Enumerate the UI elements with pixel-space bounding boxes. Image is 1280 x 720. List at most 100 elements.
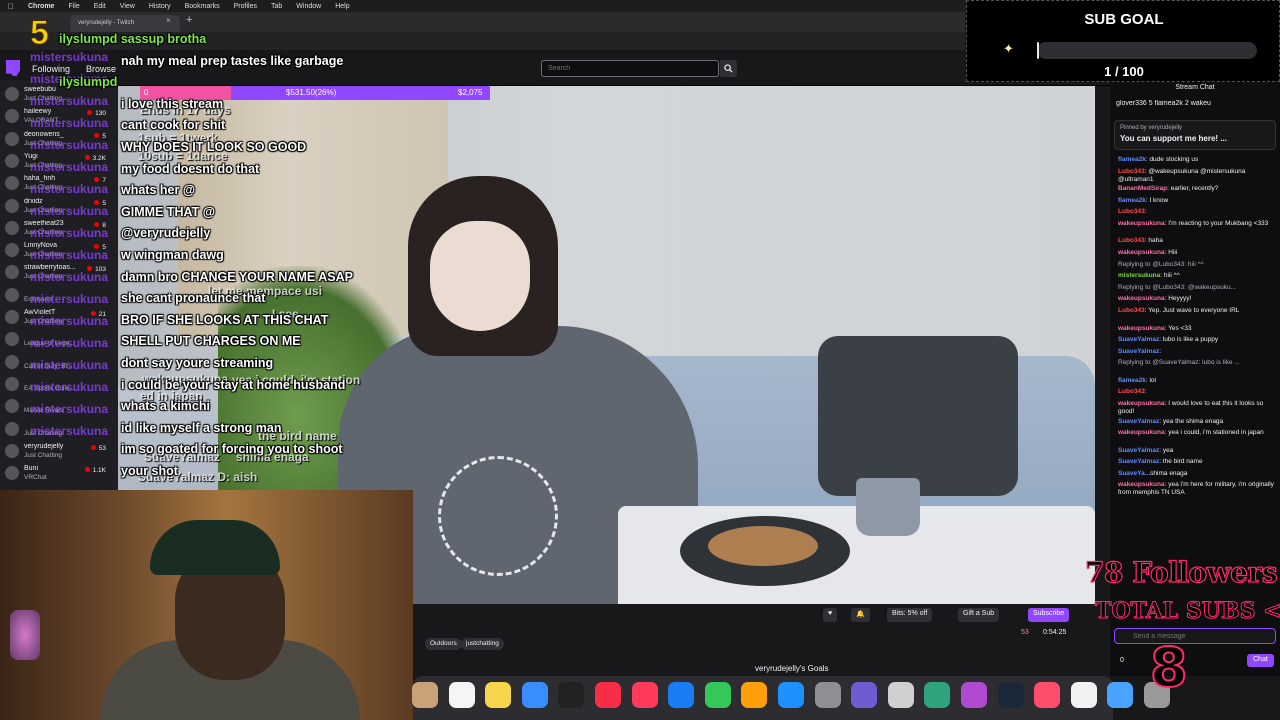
webcam-feed — [0, 490, 413, 720]
tab-close-icon[interactable]: × — [166, 16, 171, 25]
notifications-button[interactable]: 🔔 — [851, 608, 870, 622]
search-button[interactable] — [720, 60, 737, 77]
chat-message[interactable]: mistersukuna: hiii ^^ — [1118, 272, 1276, 280]
chat-username[interactable]: wakeupsukuna — [1118, 249, 1165, 256]
chat-message[interactable]: wakeupsukuna: Yes <33 — [1118, 325, 1276, 333]
sidebar-channel[interactable]: veryrudejelly Just Chatting 53 — [0, 441, 118, 463]
chat-message[interactable]: Replying to @SuaveYalmaz: lubo is like .… — [1118, 359, 1276, 367]
chat-username[interactable]: SuaveYalmaz — [1118, 418, 1159, 425]
chat-username[interactable]: mistersukuna — [1118, 272, 1160, 279]
chat-message[interactable]: flamea2k: I know — [1118, 197, 1276, 205]
chat-username[interactable]: SuaveYalmaz — [1118, 447, 1159, 454]
channel-points[interactable]: 0 — [1120, 657, 1124, 664]
chat-username[interactable]: SuaveYa... — [1118, 470, 1150, 477]
steam-icon[interactable] — [997, 682, 1024, 708]
finder-icon[interactable] — [1107, 682, 1134, 708]
chat-message[interactable]: wakeupsukuna: yea i could, i'm stationed… — [1118, 429, 1276, 437]
gift-sub-button[interactable]: Gift a Sub — [958, 608, 1000, 622]
freeform-icon[interactable] — [521, 682, 548, 708]
chat-message[interactable]: SuaveYalmaz: yea — [1118, 447, 1276, 455]
chat-username[interactable]: SuaveYalmaz — [1118, 458, 1159, 465]
appletv-icon[interactable] — [558, 682, 585, 708]
chat-message[interactable]: wakeupsukuna: yea i'm here for military,… — [1118, 481, 1276, 497]
tag-justchatting[interactable]: justchatting — [461, 638, 504, 650]
chat-username[interactable]: wakeupsukuna — [1118, 220, 1165, 227]
subscribe-button[interactable]: Subscribe — [1028, 608, 1070, 622]
chat-message[interactable]: SuaveYalmaz: lubo is like a puppy — [1118, 336, 1276, 344]
browser-tab[interactable]: veryrudejelly - Twitch — [70, 15, 180, 32]
menu-profiles[interactable]: Profiles — [234, 3, 257, 10]
chat-username[interactable]: Lubo343 — [1118, 388, 1145, 395]
chat-username[interactable]: Lubo343 — [1118, 307, 1145, 314]
chat-username[interactable]: wakeupsukuna — [1118, 400, 1165, 407]
chat-message[interactable]: Lubo343: — [1118, 208, 1276, 216]
chat-message[interactable]: Lubo343: — [1118, 388, 1276, 396]
chat-message[interactable]: Replying to @Lubo343: @wakeupsuku... — [1118, 284, 1276, 292]
numbers-icon[interactable] — [704, 682, 731, 708]
chat-message[interactable]: wakeupsukuna: Hiii — [1118, 249, 1276, 257]
chat-message[interactable]: Replying to @Lubo343: hiii ^^ — [1118, 261, 1276, 269]
obs-icon[interactable] — [961, 682, 987, 708]
chat-username[interactable]: wakeupsukuna — [1118, 295, 1165, 302]
menu-chrome[interactable]: Chrome — [28, 3, 54, 10]
chat-message[interactable]: SuaveYalmaz: the bird name — [1118, 458, 1276, 466]
twitch-logo-icon[interactable] — [6, 60, 20, 76]
menu-bookmarks[interactable]: Bookmarks — [185, 3, 220, 10]
menu-edit[interactable]: Edit — [94, 3, 106, 10]
feedback-icon[interactable] — [851, 682, 878, 708]
chat-username[interactable]: wakeupsukuna — [1118, 481, 1165, 488]
chat-input[interactable] — [1114, 628, 1276, 644]
chat-message[interactable]: wakeupsukuna: Heyyyy! — [1118, 295, 1276, 303]
menu-window[interactable]: Window — [296, 3, 321, 10]
new-tab-icon[interactable]: + — [186, 14, 192, 26]
tag-outdoors[interactable]: Outdoors — [425, 638, 462, 650]
chat-message[interactable]: Lubo343: haha — [1118, 237, 1276, 245]
chat-username[interactable]: flamea2k — [1118, 197, 1146, 204]
follow-heart-button[interactable]: ♥ — [823, 608, 838, 622]
chat-username[interactable]: BananMedSirap — [1118, 185, 1167, 192]
chat-message[interactable]: SuaveYalmaz: yea the shima enaga — [1118, 418, 1276, 426]
chat-username[interactable]: SuaveYalmaz — [1118, 336, 1159, 343]
pinned-message[interactable]: Pinned by veryrudejelly You can support … — [1114, 120, 1276, 150]
chat-message[interactable]: Lubo343: Yep. Just wave to everyone IRL — [1118, 307, 1276, 315]
bits-button[interactable]: Bits: 5% off — [887, 608, 933, 622]
chat-username[interactable]: wakeupsukuna — [1118, 429, 1165, 436]
chat-username[interactable]: Lubo343 — [1118, 168, 1145, 175]
reminders-icon[interactable] — [448, 682, 475, 708]
search-input[interactable] — [541, 60, 719, 77]
chat-send-button[interactable]: Chat — [1247, 654, 1274, 667]
chat-username[interactable]: wakeupsukuna — [1118, 325, 1165, 332]
menu-view[interactable]: View — [120, 3, 135, 10]
news-icon[interactable] — [631, 682, 658, 708]
chat-username[interactable]: Lubo343 — [1118, 208, 1145, 215]
chat-username[interactable]: flamea2k — [1118, 156, 1146, 163]
settings-icon[interactable] — [814, 682, 841, 708]
music-icon[interactable] — [595, 682, 621, 708]
menu-history[interactable]: History — [149, 3, 171, 10]
chat-message[interactable]: wakeupsukuna: I would love to eat this i… — [1118, 400, 1276, 416]
chat-message[interactable]: SuaveYa...shima enaga — [1118, 470, 1276, 478]
chat-message[interactable]: flamea2k: dude stocking us — [1118, 156, 1276, 164]
pages-icon[interactable] — [741, 682, 768, 708]
iphone-mirror-icon[interactable] — [887, 682, 914, 708]
contacts-icon[interactable] — [412, 682, 438, 708]
menu-tab[interactable]: Tab — [271, 3, 282, 10]
sidebar-channel[interactable]: Buni VRChat 1.1K — [0, 463, 118, 485]
chatgpt-icon[interactable] — [924, 682, 951, 708]
chat-message[interactable]: Lubo343: @wakeupsukuna @mistersukuna @ul… — [1118, 168, 1276, 184]
chat-username[interactable]: Lubo343 — [1118, 237, 1145, 244]
chat-message[interactable]: flamea2k: lol — [1118, 377, 1276, 385]
chat-message[interactable]: SuaveYalmaz: — [1118, 348, 1276, 356]
chrome-icon[interactable] — [1070, 682, 1097, 708]
chat-message[interactable]: BananMedSirap: earlier, recently? — [1118, 185, 1276, 193]
menu-help[interactable]: Help — [335, 3, 349, 10]
notes-icon[interactable] — [485, 682, 512, 708]
keynote-icon[interactable] — [668, 682, 695, 708]
creativecloud-icon[interactable] — [1034, 682, 1061, 708]
menu-file[interactable]: File — [68, 3, 79, 10]
appstore-icon[interactable] — [778, 682, 804, 708]
chat-message[interactable]: wakeupsukuna: I'm reacting to your Mukba… — [1118, 220, 1276, 228]
apple-icon[interactable]:  — [8, 2, 14, 11]
chat-username[interactable]: flamea2k — [1118, 377, 1146, 384]
chat-username[interactable]: SuaveYalmaz — [1118, 348, 1159, 355]
